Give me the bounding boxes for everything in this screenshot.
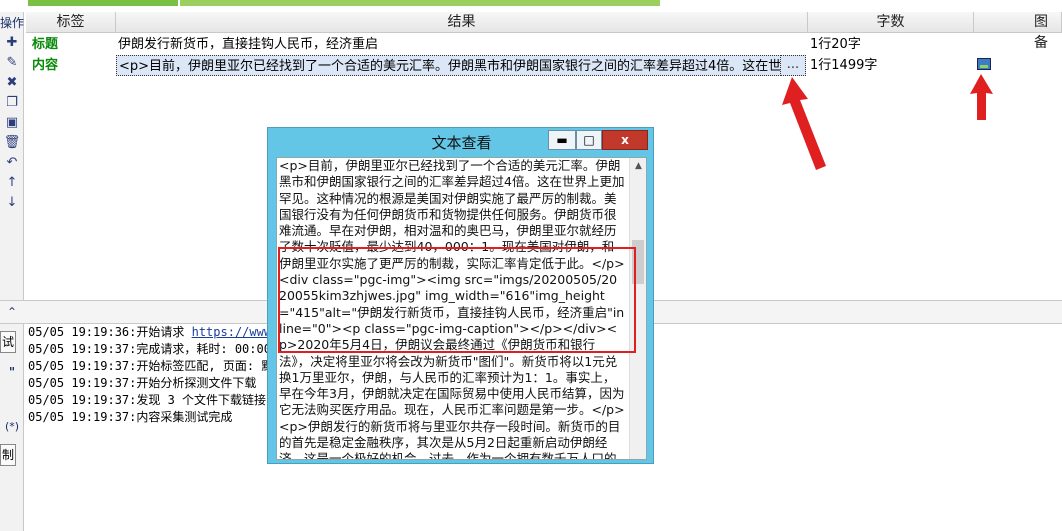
row-result-title[interactable]: 伊朗发行新货币，直接挂钩人民币，经济重启: [118, 34, 806, 55]
row-count-content: 1行1499字: [810, 58, 878, 73]
header-image[interactable]: 图备: [974, 12, 1062, 51]
paste-icon[interactable]: ▣: [0, 114, 24, 132]
regex-icon[interactable]: (*): [0, 420, 24, 434]
top-tab-2[interactable]: [180, 0, 660, 6]
scroll-up-icon[interactable]: ▲: [630, 158, 646, 174]
quote-icon[interactable]: ": [0, 365, 24, 379]
plus-icon[interactable]: ✚: [0, 34, 24, 52]
image-icon[interactable]: [977, 58, 991, 70]
ellipsis-button[interactable]: ...: [781, 55, 806, 76]
copy-icon[interactable]: ❐: [0, 94, 24, 112]
row-tag-title[interactable]: 标题: [26, 34, 116, 55]
log-line: 05/05 19:19:37:完成请求，耗时: 00:00:00.: [28, 342, 300, 356]
red-arrow-2: [970, 74, 993, 120]
top-tab-1[interactable]: [28, 0, 178, 6]
delete-icon[interactable]: ✖: [0, 74, 24, 92]
collapse-icon[interactable]: ⌃: [2, 303, 22, 321]
toolbar-title: 操作: [0, 16, 25, 30]
log-line: 05/05 19:19:36:开始请求 https://www.tout: [28, 325, 308, 339]
header-result[interactable]: 结果: [116, 12, 808, 33]
maximize-button[interactable]: □: [576, 130, 602, 150]
header-count[interactable]: 字数: [808, 12, 974, 33]
red-arrow-1: [782, 77, 826, 170]
log-line: 05/05 19:19:37:发现 3 个文件下载链接: [28, 393, 267, 407]
close-button[interactable]: x: [602, 130, 648, 150]
highlight-box: [278, 247, 636, 353]
log-line: 05/05 19:19:37:内容采集测试完成: [28, 410, 233, 424]
row-count-title: 1行20字: [810, 37, 861, 52]
row-tag-content[interactable]: 内容: [26, 55, 116, 76]
up-icon[interactable]: ↑: [0, 174, 24, 192]
log-line: 05/05 19:19:37:开始分析探测文件下载: [28, 376, 257, 390]
trash-icon[interactable]: 🗑: [0, 134, 24, 152]
undo-icon[interactable]: ↶: [0, 154, 24, 172]
side-button-test[interactable]: 试: [0, 331, 16, 353]
header-tag[interactable]: 标签: [26, 12, 116, 33]
pencil-icon[interactable]: ✎: [0, 54, 24, 72]
minimize-button[interactable]: ▬: [548, 130, 576, 150]
row-result-content[interactable]: <p>目前，伊朗里亚尔已经找到了一个合适的美元汇率。伊朗黑市和伊朗国家银行之间的…: [116, 55, 781, 76]
log-line: 05/05 19:19:37:开始标签匹配, 页面: 默认页: [28, 359, 298, 373]
side-button-make[interactable]: 制: [0, 444, 16, 466]
down-icon[interactable]: ↓: [0, 194, 24, 212]
